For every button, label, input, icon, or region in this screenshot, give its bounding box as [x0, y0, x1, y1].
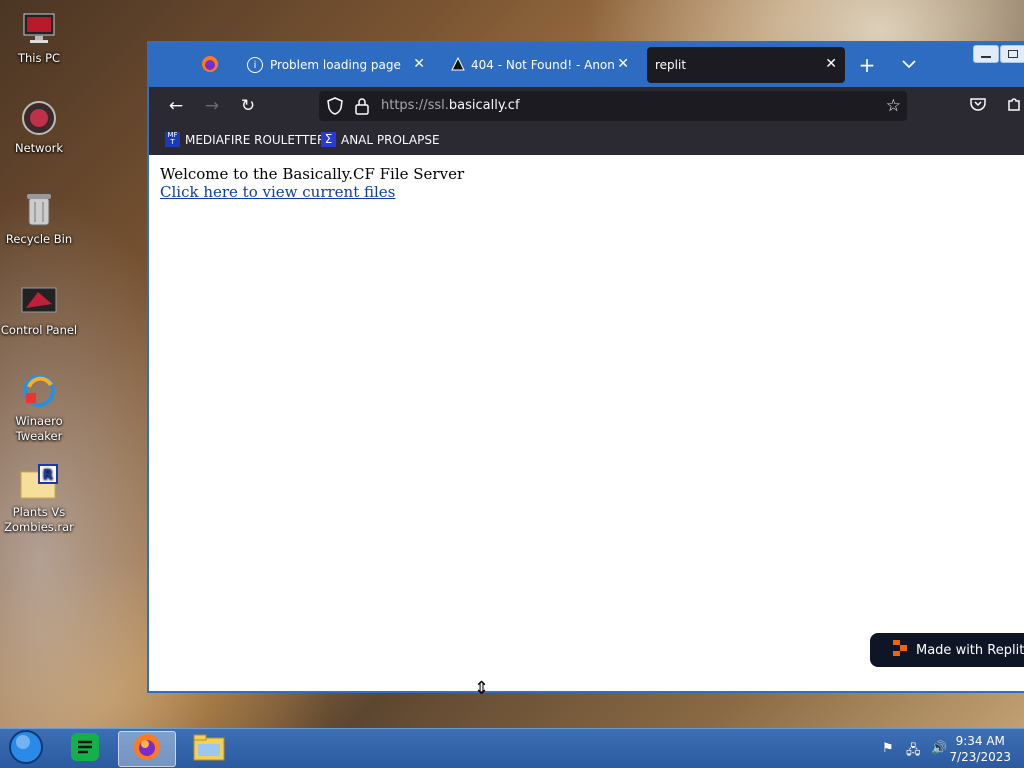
start-button[interactable]	[0, 729, 52, 768]
new-tab-button[interactable]: +	[857, 47, 877, 83]
archive-icon: R	[19, 462, 59, 502]
network-tray-icon[interactable]: 🖧	[906, 741, 921, 763]
winaero-icon	[19, 371, 59, 411]
desktop-icon-network[interactable]: Network	[0, 98, 78, 156]
maximize-button[interactable]	[1000, 45, 1024, 63]
close-icon[interactable]: ✕	[617, 56, 629, 72]
pocket-icon	[970, 96, 986, 116]
firefox-icon	[201, 55, 219, 76]
close-icon[interactable]: ✕	[825, 56, 837, 72]
page-content: Welcome to the Basically.CF File Server …	[149, 155, 1024, 691]
svg-text:R: R	[43, 468, 53, 483]
tab-replit[interactable]: replit ✕	[647, 47, 845, 83]
tab-problem-loading[interactable]: i Problem loading page ✕	[241, 47, 433, 83]
arrow-left-icon: ←	[168, 96, 184, 116]
minimize-button[interactable]	[973, 45, 999, 63]
chevron-down-icon	[902, 58, 916, 72]
welcome-text: Welcome to the Basically.CF File Server	[160, 165, 465, 183]
pocket-button[interactable]	[967, 95, 989, 117]
tab-label: Problem loading page	[270, 58, 401, 72]
taskbar: ⚑ 🖧 🔊 9:34 AM 7/23/2023	[0, 728, 1024, 768]
desktop-icon-label: Winaero Tweaker	[15, 414, 63, 443]
desktop-icon-label: This PC	[17, 51, 61, 65]
close-icon[interactable]: ✕	[413, 56, 425, 72]
shield-icon	[327, 97, 343, 119]
url-text[interactable]: https://ssl.basically.cf	[381, 98, 520, 113]
tab-firefox-view[interactable]	[201, 47, 227, 83]
notes-icon	[70, 732, 100, 766]
list-all-tabs-button[interactable]	[899, 47, 919, 83]
lock-icon	[355, 97, 369, 119]
star-icon[interactable]: ☆	[886, 96, 901, 116]
tab-strip: i Problem loading page ✕ 404 - Not Found…	[149, 43, 1024, 87]
recycle-bin-icon	[19, 189, 59, 229]
puzzle-icon	[1006, 96, 1022, 117]
arrow-right-icon: →	[204, 96, 220, 116]
clock-date: 7/23/2023	[949, 750, 1011, 764]
back-button[interactable]: ←	[165, 95, 187, 117]
info-icon: i	[247, 57, 263, 73]
bookmark-anal-prolapse[interactable]: Σ ANAL PROLAPSE	[321, 132, 440, 147]
tab-label: 404 - Not Found! - AnonFil	[471, 58, 616, 72]
desktop-icon-label: Recycle Bin	[5, 232, 73, 246]
desktop-icon-label: Control Panel	[0, 323, 78, 337]
made-with-replit-badge[interactable]: Made with Replit	[870, 633, 1024, 667]
browser-window: i Problem loading page ✕ 404 - Not Found…	[147, 41, 1024, 693]
bookmark-mediafire[interactable]: MF T MEDIAFIRE ROULETTER	[165, 132, 325, 147]
start-orb-icon	[8, 729, 44, 768]
url-bar[interactable]: https://ssl.basically.cf ☆	[319, 91, 907, 121]
volume-icon[interactable]: 🔊	[931, 741, 947, 756]
clock[interactable]: 9:34 AM 7/23/2023	[949, 733, 1011, 765]
clock-time: 9:34 AM	[955, 734, 1005, 748]
extensions-button[interactable]	[1003, 95, 1024, 117]
reload-icon: ↻	[240, 96, 256, 116]
taskbar-file-explorer[interactable]	[180, 731, 238, 767]
desktop-icon-this-pc[interactable]: This PC	[0, 8, 78, 66]
navigation-toolbar: ← → ↻ https://ssl.basically.cf ☆	[149, 87, 1024, 125]
control-panel-icon	[19, 280, 59, 320]
firefox-icon	[132, 732, 162, 766]
taskbar-firefox[interactable]	[118, 731, 176, 767]
tab-label: replit	[655, 58, 687, 72]
view-files-link[interactable]: Click here to view current files	[160, 183, 395, 201]
action-center-flag-icon[interactable]: ⚑	[882, 741, 894, 756]
mediafire-icon: MF T	[165, 132, 180, 147]
replit-logo-icon	[892, 639, 908, 661]
folder-icon	[192, 732, 226, 766]
network-icon	[19, 98, 59, 138]
anonfiles-icon	[451, 56, 465, 74]
resize-cursor-icon: ⇕	[474, 678, 490, 699]
desktop-icon-winaero[interactable]: Winaero Tweaker	[0, 371, 78, 444]
monitor-icon	[19, 8, 59, 48]
bookmarks-toolbar: MF T MEDIAFIRE ROULETTER Σ ANAL PROLAPSE	[149, 125, 1024, 155]
sigma-icon: Σ	[321, 132, 336, 147]
desktop-icon-label: Plants Vs Zombies.rar	[4, 505, 74, 534]
tab-anonfiles[interactable]: 404 - Not Found! - AnonFil ✕	[447, 47, 637, 83]
forward-button[interactable]: →	[201, 95, 223, 117]
reload-button[interactable]: ↻	[237, 95, 259, 117]
taskbar-spotify[interactable]	[56, 731, 114, 767]
desktop-icon-control-panel[interactable]: Control Panel	[0, 280, 78, 338]
desktop-icon-plants-vs-zombies[interactable]: R Plants Vs Zombies.rar	[0, 462, 78, 535]
desktop-icon-label: Network	[14, 141, 64, 155]
desktop-icon-recycle-bin[interactable]: Recycle Bin	[0, 189, 78, 247]
